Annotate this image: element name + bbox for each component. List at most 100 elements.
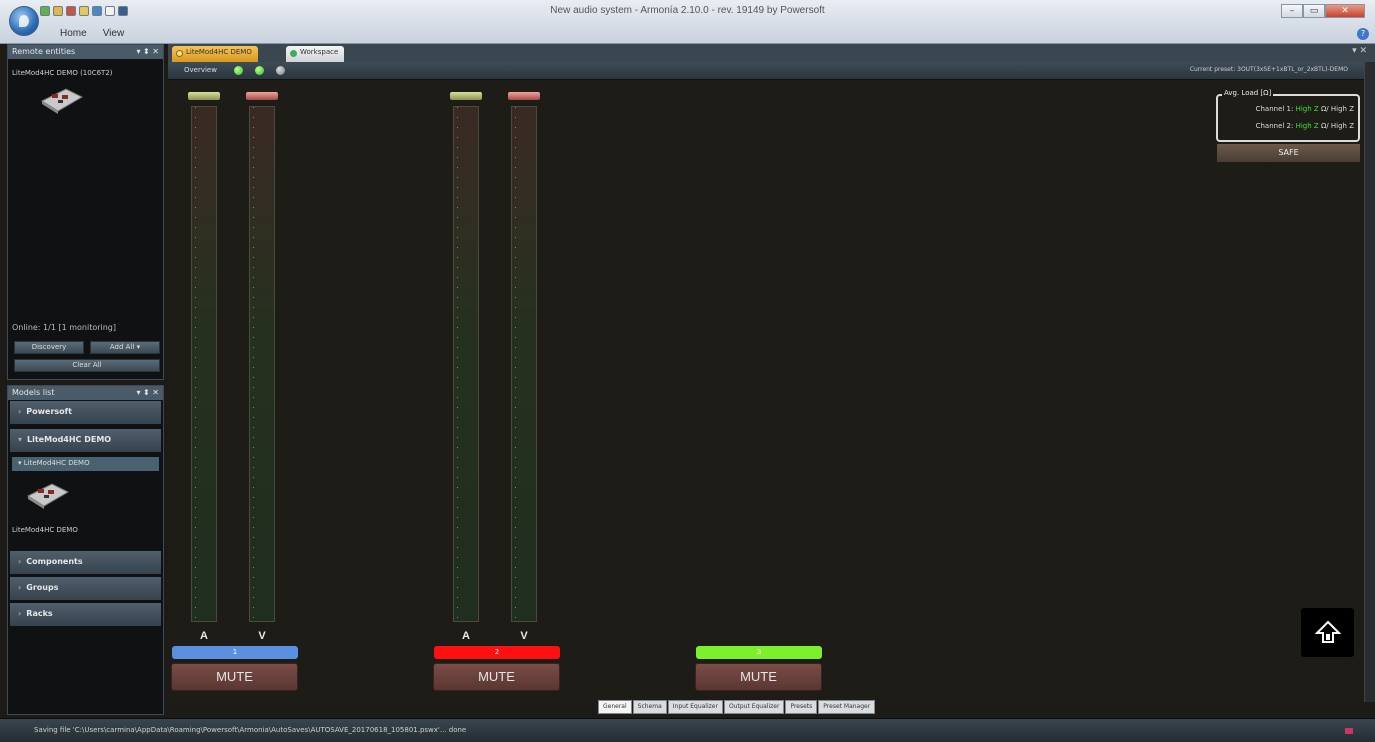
- app-window: New audio system - Armonía 2.10.0 - rev.…: [0, 0, 1375, 742]
- amplifier-module-icon[interactable]: [26, 476, 70, 510]
- mute-button-ch3[interactable]: MUTE: [695, 663, 822, 691]
- vertical-scrollbar[interactable]: [1364, 62, 1375, 702]
- status-led-icon: [276, 66, 285, 75]
- add-all-button[interactable]: Add All ▾: [90, 341, 160, 354]
- models-list-title: Models list: [12, 388, 55, 397]
- tab-workspace[interactable]: Workspace: [286, 46, 345, 62]
- view-tabs: General Schema Input Equalizer Output Eq…: [598, 700, 876, 714]
- models-list-header: Models list ▾ ⬍ ✕: [8, 386, 163, 400]
- workspace-area: [168, 81, 1364, 701]
- chevron-down-icon: ▾: [136, 343, 141, 351]
- channel-3-bar[interactable]: 3: [696, 646, 822, 659]
- remote-device-label[interactable]: LiteMod4HC DEMO (10C6T2): [12, 69, 113, 77]
- avg-load-box: Avg. Load [Ω] Channel 1: High Z Ω/ High …: [1216, 89, 1360, 142]
- panel-pin-icon[interactable]: ▾ ⬍ ✕: [136, 388, 159, 398]
- status-led-icon: [255, 66, 264, 75]
- model-group-label: Racks: [26, 609, 53, 618]
- home-button[interactable]: [1301, 608, 1354, 657]
- tab-input-equalizer[interactable]: Input Equalizer: [667, 700, 723, 714]
- model-group-powersoft[interactable]: › Powersoft: [10, 401, 161, 424]
- window-controls: – ▭ ✕: [1281, 4, 1365, 18]
- model-group-label: Components: [26, 557, 83, 566]
- remote-entities-title: Remote entities: [12, 47, 76, 56]
- model-subgroup-litemod[interactable]: ▾ LiteMod4HC DEMO: [12, 457, 159, 471]
- status-led-icon: [234, 66, 243, 75]
- status-text: Saving file 'C:\Users\carmina\AppData\Ro…: [34, 726, 467, 734]
- load-value: High Z: [1295, 122, 1319, 130]
- help-icon[interactable]: ?: [1357, 28, 1369, 40]
- tab-device[interactable]: LiteMod4HC DEMO: [172, 46, 258, 62]
- home-arrow-icon: [1315, 620, 1341, 643]
- avg-load-title: Avg. Load [Ω]: [1222, 89, 1274, 97]
- model-group-components[interactable]: › Components: [10, 551, 161, 574]
- panel-pin-icon[interactable]: ▾ ⬍ ✕: [136, 47, 159, 57]
- chevron-down-icon: ▾: [18, 435, 23, 444]
- meter-label-a: A: [200, 630, 208, 642]
- tab-preset-manager[interactable]: Preset Manager: [818, 700, 876, 714]
- close-button[interactable]: ✕: [1325, 4, 1365, 18]
- mute-button-ch2[interactable]: MUTE: [433, 663, 560, 691]
- chevron-right-icon: ›: [18, 407, 22, 416]
- model-group-label: Powersoft: [26, 407, 72, 416]
- model-group-racks[interactable]: › Racks: [10, 603, 161, 626]
- chevron-right-icon: ›: [18, 583, 22, 592]
- current-meter-ch1: [188, 92, 220, 628]
- channel-1-bar[interactable]: 1: [172, 646, 298, 659]
- model-group-groups[interactable]: › Groups: [10, 577, 161, 600]
- title-bar: New audio system - Armonía 2.10.0 - rev.…: [0, 0, 1375, 44]
- search-icon: [176, 50, 183, 57]
- window-title: New audio system - Armonía 2.10.0 - rev.…: [550, 5, 825, 16]
- status-bar: Saving file 'C:\Users\carmina\AppData\Ro…: [0, 718, 1375, 742]
- tab-output-equalizer[interactable]: Output Equalizer: [723, 700, 785, 714]
- minimize-button[interactable]: –: [1281, 4, 1303, 18]
- model-device-label[interactable]: LiteMod4HC DEMO: [12, 526, 78, 534]
- menu-view[interactable]: View: [103, 28, 125, 39]
- maximize-button[interactable]: ▭: [1303, 4, 1325, 18]
- tab-workspace-label: Workspace: [300, 48, 339, 56]
- add-all-label: Add All: [109, 343, 135, 351]
- tab-device-label: LiteMod4HC DEMO: [186, 48, 252, 56]
- load-separator: Ω/: [1320, 105, 1329, 113]
- menu-home[interactable]: Home: [60, 28, 87, 39]
- tab-schema[interactable]: Schema: [632, 700, 667, 714]
- document-tabs: LiteMod4HC DEMO Workspace ▾ ✕: [168, 44, 1375, 62]
- load-separator: Ω/: [1320, 122, 1329, 130]
- load-channel-label: Channel 1:: [1255, 105, 1294, 113]
- ribbon-menu: Home View: [60, 28, 124, 39]
- discovery-button[interactable]: Discovery: [14, 341, 84, 354]
- remote-entities-header: Remote entities ▾ ⬍ ✕: [8, 45, 163, 59]
- model-group-label: LiteMod4HC DEMO: [27, 435, 112, 444]
- models-list-panel: Models list ▾ ⬍ ✕ › Powersoft ▾ LiteMod4HC…: [7, 385, 164, 715]
- tabs-close-button[interactable]: ▾ ✕: [1352, 46, 1367, 56]
- safe-button[interactable]: SAFE: [1217, 144, 1360, 162]
- chevron-right-icon: ›: [18, 609, 22, 618]
- voltage-meter-ch2: [508, 92, 540, 628]
- voltage-meter-ch1: [246, 92, 278, 628]
- model-group-label: Groups: [26, 583, 59, 592]
- load-row-ch1: Channel 1: High Z Ω/ High Z: [1256, 105, 1354, 113]
- current-meter-ch2: [450, 92, 482, 628]
- load-row-ch2: Channel 2: High Z Ω/ High Z: [1256, 122, 1354, 130]
- meter-label-v: V: [258, 630, 266, 642]
- flag-icon: [1345, 728, 1353, 734]
- remote-entities-panel: Remote entities ▾ ⬍ ✕ LiteMod4HC DEMO (1…: [7, 44, 164, 380]
- clear-all-button[interactable]: Clear All: [14, 359, 160, 372]
- model-subgroup-label: LiteMod4HC DEMO: [23, 459, 90, 467]
- overview-label[interactable]: Overview: [184, 66, 217, 74]
- load-channel-label: Channel 2:: [1255, 122, 1294, 130]
- meter-label-v: V: [520, 630, 528, 642]
- load-nominal: High Z: [1330, 122, 1354, 130]
- tab-general[interactable]: General: [598, 700, 632, 714]
- mute-button-ch1[interactable]: MUTE: [171, 663, 298, 691]
- overview-bar: Overview Current preset: 3OUT(3xSE+1xBTL…: [168, 62, 1364, 80]
- tab-presets[interactable]: Presets: [785, 700, 818, 714]
- amplifier-module-icon[interactable]: [40, 81, 84, 115]
- channel-2-bar[interactable]: 2: [434, 646, 560, 659]
- load-nominal: High Z: [1330, 105, 1354, 113]
- online-status: Online: 1/1 [1 monitoring]: [12, 323, 117, 332]
- workspace-icon: [290, 50, 297, 57]
- model-group-litemod[interactable]: ▾ LiteMod4HC DEMO: [10, 429, 161, 452]
- chevron-right-icon: ›: [18, 557, 22, 566]
- meter-label-a: A: [462, 630, 470, 642]
- current-preset: Current preset: 3OUT(3xSE+1xBTL_or_2xBTL…: [1189, 66, 1348, 73]
